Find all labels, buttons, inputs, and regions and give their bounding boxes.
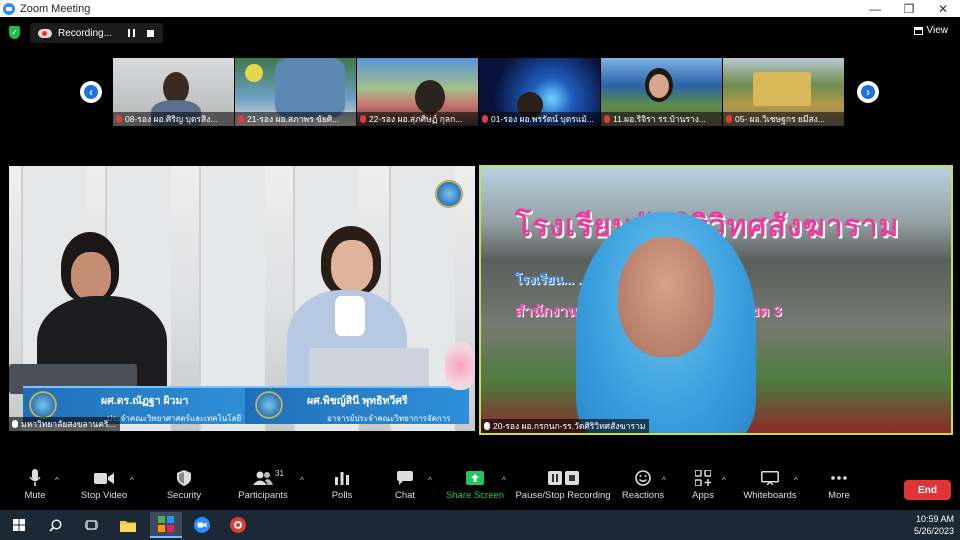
system-clock[interactable]: 10:59 AM 5/26/2023 (914, 513, 954, 537)
participants-icon (253, 471, 273, 485)
previous-page-button[interactable]: ‹ (80, 81, 102, 103)
video-options-caret-icon[interactable]: ^ (130, 476, 134, 485)
recording-indicator: Recording... (30, 23, 163, 43)
zoom-app-icon[interactable] (191, 514, 213, 536)
muted-mic-icon (604, 115, 610, 123)
participant-name: 11.ผอ.ริจิรา รร.บ้านราง... (613, 114, 706, 124)
muted-mic-icon (482, 115, 488, 123)
muted-mic-icon (360, 115, 366, 123)
share-screen-icon (466, 471, 484, 485)
window-title: Zoom Meeting (20, 2, 91, 15)
pause-stop-recording-button[interactable]: Pause/Stop Recording (515, 466, 611, 501)
chevron-left-icon: ‹ (89, 85, 93, 99)
participant-name: 01-รอง ผอ.พรรัตน์ บุตรแม้... (491, 114, 594, 124)
mic-icon (484, 422, 490, 430)
task-view-icon[interactable] (80, 514, 102, 536)
search-icon[interactable] (44, 514, 66, 536)
zoom-logo-icon (3, 2, 15, 15)
window-titlebar: Zoom Meeting — ❐ ✕ (0, 0, 960, 17)
window-controls: — ❐ ✕ (858, 0, 960, 17)
apps-options-caret-icon[interactable]: ^ (722, 476, 726, 485)
chat-options-caret-icon[interactable]: ^ (428, 476, 432, 485)
view-label: View (926, 25, 949, 36)
stop-recording-icon[interactable] (147, 29, 154, 37)
share-options-caret-icon[interactable]: ^ (502, 476, 506, 485)
whiteboards-button[interactable]: Whiteboards (742, 466, 798, 501)
participant-thumbnail[interactable]: 22-รอง ผอ.สุภศิษฏ์ กุลก... (357, 58, 478, 126)
mute-button[interactable]: Mute (20, 466, 50, 501)
polls-icon (335, 472, 349, 485)
restore-icon[interactable]: ❐ (892, 0, 926, 17)
participant-thumbnail[interactable]: 21-รอง ผอ.สภาพร ขัยศิ... (235, 58, 356, 126)
share-screen-button[interactable]: Share Screen (446, 466, 504, 501)
apps-button[interactable]: Apps (690, 466, 716, 501)
muted-mic-icon (726, 115, 732, 123)
participant-name-label: 20-รอง ผอ.กรกนก-รร.วัดศิริวิทศสังฆาราม (481, 419, 650, 433)
chevron-right-icon: › (866, 85, 870, 99)
more-dots-icon (831, 476, 847, 480)
whiteboard-icon (761, 471, 779, 485)
participant-name: 21-รอง ผอ.สภาพร ขัยศิ... (247, 114, 340, 124)
os-taskbar: 10:59 AM 5/26/2023 (0, 510, 960, 540)
university-seal-icon (435, 180, 463, 208)
windows-start-icon[interactable] (8, 514, 30, 536)
recorder-app-icon[interactable] (227, 514, 249, 536)
security-button[interactable]: Security (165, 466, 203, 501)
view-button[interactable]: View (913, 25, 949, 36)
participant-thumbnail[interactable]: 05- ผอ.วิเชษฐกร ยมีสง... (723, 58, 844, 126)
shield-icon (177, 470, 191, 486)
meeting-topbar: ✓ Recording... View (0, 17, 960, 47)
speaker-1-name: ผศ.ดร.ณัฏฐา ผิวมา (101, 395, 189, 407)
participant-thumbnail[interactable]: 01-รอง ผอ.พรรัตน์ บุตรแม้... (479, 58, 600, 126)
taskbar-app-active-icon[interactable] (150, 512, 182, 538)
recording-label: Recording... (58, 27, 112, 39)
close-icon[interactable]: ✕ (926, 0, 960, 17)
microphone-icon (29, 469, 41, 486)
speaker-2-title: อาจารย์ประจำคณะวิทยาการจัดการ (327, 414, 451, 423)
encryption-shield-icon[interactable]: ✓ (9, 26, 20, 39)
seal-icon (255, 391, 283, 419)
video-tile-university[interactable]: ผศ.ดร.ณัฏฐา ผิวมา ประจำคณะวิทยาศาสตร์และ… (9, 166, 475, 431)
chat-bubble-icon (397, 471, 413, 485)
whiteboards-options-caret-icon[interactable]: ^ (794, 476, 798, 485)
participant-thumbnail-strip: 08-รอง ผอ.ศิริญ บุตรสิง... 21-รอง ผอ.สภา… (113, 58, 844, 126)
participant-name: 08-รอง ผอ.ศิริญ บุตรสิง... (125, 114, 218, 124)
more-button[interactable]: More (826, 466, 852, 501)
chat-button[interactable]: Chat (392, 466, 418, 501)
polls-button[interactable]: Polls (330, 466, 354, 501)
video-tile-active-speaker[interactable]: โรงเรียนวัดศิริวิทศสังฆาราม โรงเรียน... … (479, 165, 953, 435)
smiley-icon (635, 470, 651, 486)
participants-options-caret-icon[interactable]: ^ (300, 476, 304, 485)
next-page-button[interactable]: › (857, 81, 879, 103)
speaker-2-name: ผศ.พิชญ์สินี พุทธิทวีศรี (307, 395, 408, 407)
seal-icon (29, 391, 57, 419)
muted-mic-icon (238, 115, 244, 123)
audio-options-caret-icon[interactable]: ^ (55, 476, 59, 485)
view-grid-icon (913, 26, 923, 35)
video-camera-icon (94, 472, 114, 484)
speaker-1-title: ประจำคณะวิทยาศาสตร์และเทคโนโลยี (107, 414, 242, 423)
cloud-recording-icon (38, 28, 52, 38)
participants-count: 31 (275, 469, 284, 478)
participant-name: 05- ผอ.วิเชษฐกร ยมีสง... (735, 114, 825, 124)
reactions-options-caret-icon[interactable]: ^ (662, 476, 666, 485)
muted-mic-icon (116, 115, 122, 123)
participant-name: 22-รอง ผอ.สุภศิษฏ์ กุลก... (369, 114, 463, 124)
participant-thumbnail[interactable]: 11.ผอ.ริจิรา รร.บ้านราง... (601, 58, 722, 126)
meeting-toolbar: Mute ^ Stop Video ^ Security Participant… (0, 466, 960, 512)
pause-recording-icon[interactable] (128, 29, 135, 37)
clock-time: 10:59 AM (915, 514, 954, 524)
pause-stop-recording-icon (548, 471, 579, 485)
file-explorer-icon[interactable] (117, 514, 139, 536)
apps-icon (695, 470, 711, 486)
stop-video-button[interactable]: Stop Video (80, 466, 128, 501)
participant-thumbnail[interactable]: 08-รอง ผอ.ศิริญ บุตรสิง... (113, 58, 234, 126)
clock-date: 5/26/2023 (913, 526, 954, 536)
mic-icon (12, 420, 18, 428)
participant-name-label: มหาวิทยาลัยสงขลานคริ... (9, 417, 120, 431)
end-meeting-button[interactable]: End (904, 480, 951, 500)
reactions-button[interactable]: Reactions (622, 466, 664, 501)
minimize-icon[interactable]: — (858, 0, 892, 17)
